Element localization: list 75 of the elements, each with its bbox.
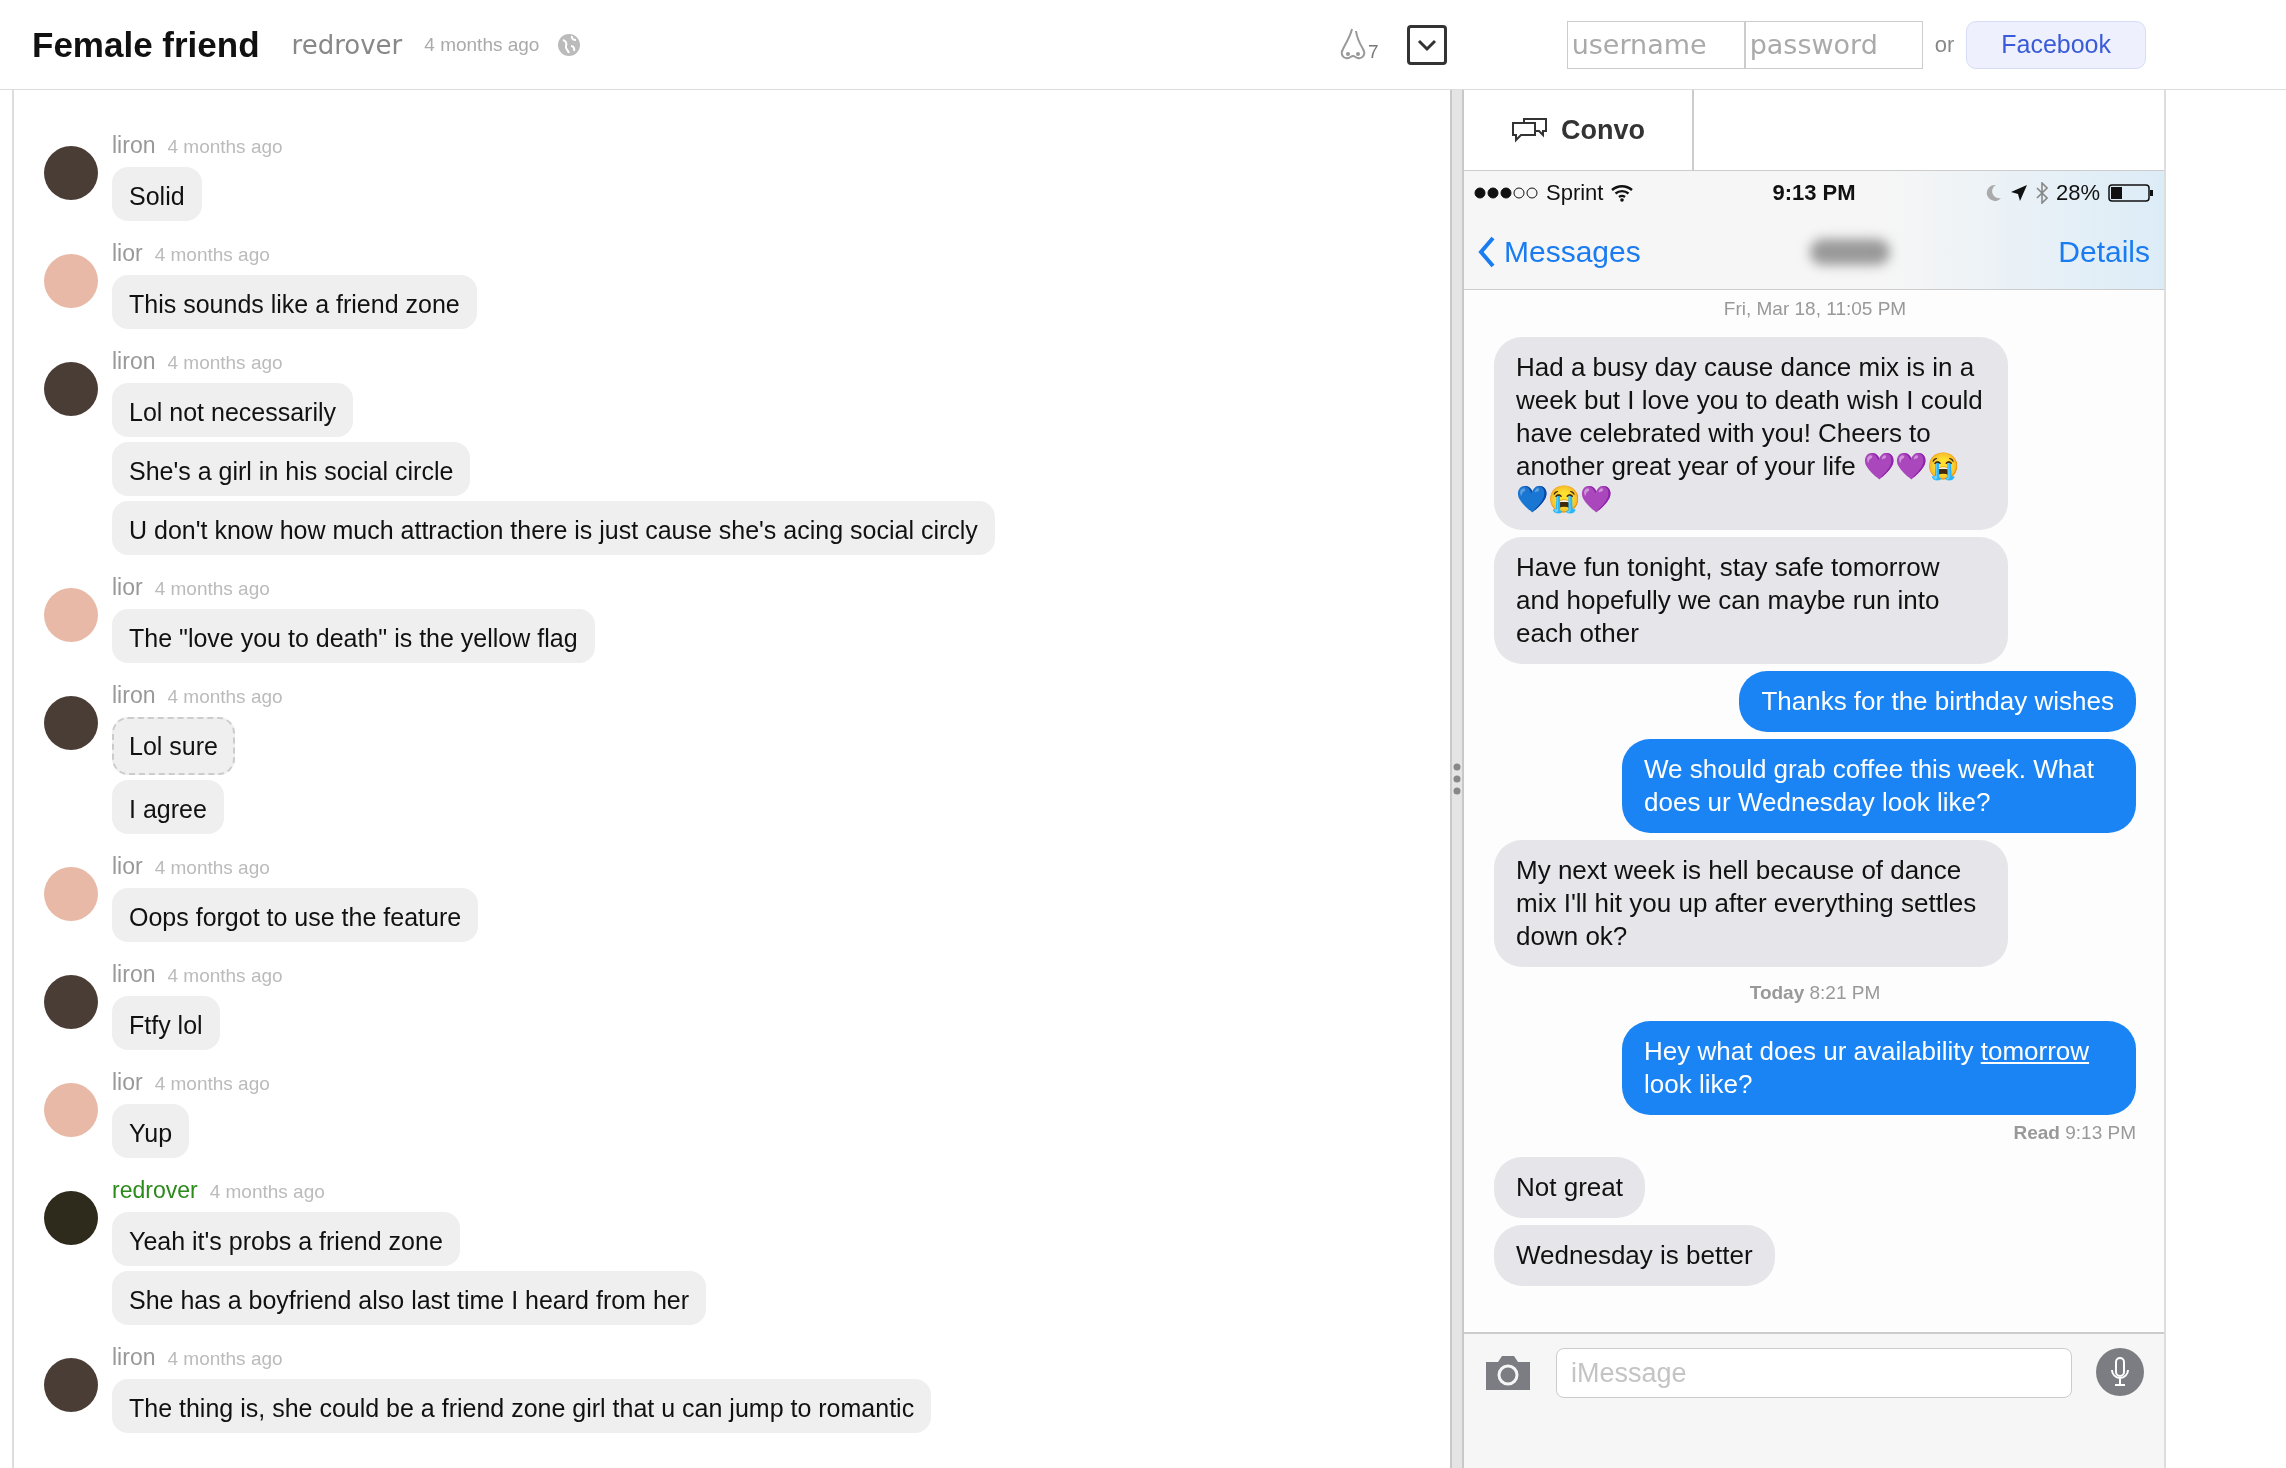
signal-icon	[1474, 187, 1538, 199]
timestamp: 4 months ago	[167, 352, 283, 374]
battery-icon	[2108, 183, 2154, 203]
message-bubble: We should grab coffee this week. What does ur Wednesday look like?	[1622, 739, 2136, 833]
microphone-icon	[2110, 1356, 2130, 1388]
message-bubble: She has a boyfriend also last time I heard from her	[112, 1271, 706, 1325]
link[interactable]: tomorrow	[1980, 1036, 2090, 1066]
timestamp: 4 months ago	[167, 686, 283, 708]
timestamp: 4 months ago	[154, 1073, 270, 1095]
message-input[interactable]: iMessage	[1556, 1348, 2072, 1398]
message-bubble: U don't know how much attraction there is just cause she's acing social circly	[112, 501, 995, 555]
carrier-label: Sprint	[1546, 180, 1604, 206]
author-name[interactable]: redrover	[291, 29, 403, 60]
message-bubble: Hey what does ur availability tomorrow look like?	[1622, 1021, 2136, 1115]
message-bubble: Thanks for the birthday wishes	[1739, 671, 2136, 732]
message-bubble: Yup	[112, 1104, 190, 1158]
author-name[interactable]: liron	[112, 348, 156, 375]
microphone-button[interactable]	[2096, 1348, 2144, 1396]
chevron-down-icon	[1416, 37, 1437, 52]
message-bubble: Ftfy lol	[112, 996, 220, 1050]
message-bubble: Had a busy day cause dance mix is in a week but I love you to death wish I could have celebrated with you! Cheers to another great year of your life 💜💜😭💙😭💜	[1494, 337, 2008, 530]
moon-icon	[1985, 184, 2002, 202]
message-bubble: Lol sure	[112, 717, 235, 775]
message-bubble: I agree	[112, 780, 224, 834]
back-button[interactable]: Messages	[1478, 235, 1641, 269]
message-bubble: Lol not necessarily	[112, 383, 354, 437]
timestamp: 4 months ago	[424, 33, 540, 56]
message-bubble: This sounds like a friend zone	[112, 275, 477, 329]
page-title: Female friend	[32, 24, 260, 65]
read-receipt-label: Read 9:13 PM	[2013, 1122, 2136, 1144]
wifi-icon	[1611, 184, 1634, 202]
timestamp: 4 months ago	[167, 965, 283, 987]
details-button[interactable]: Details	[2058, 235, 2150, 269]
globe-icon	[557, 32, 582, 57]
message-bubble: Wednesday is better	[1494, 1225, 1775, 1286]
date-label: Fri, Mar 18, 11:05 PM	[1723, 298, 1907, 320]
dropdown-button[interactable]	[1406, 24, 1447, 65]
resize-handle[interactable]	[1450, 90, 1464, 1468]
bluetooth-icon	[2035, 182, 2048, 204]
message-bubble: My next week is hell because of dance mix I'll hit you up after everything settles down ok?	[1494, 840, 2008, 967]
timestamp: 4 months ago	[154, 244, 270, 266]
battery-percent: 28%	[2055, 180, 2100, 206]
location-arrow-icon	[2009, 184, 2028, 202]
author-name[interactable]: liron	[112, 1344, 156, 1371]
message-bubble: Solid	[112, 167, 202, 221]
camera-icon[interactable]	[1484, 1354, 1532, 1392]
author-name[interactable]: liron	[112, 682, 156, 709]
password-field[interactable]: password	[1744, 20, 1923, 69]
author-name[interactable]: liron	[112, 961, 156, 988]
author-name[interactable]: lior	[112, 853, 143, 880]
timestamp: 4 months ago	[154, 857, 270, 879]
message-bubble: The "love you to death" is the yellow flag	[112, 609, 595, 663]
facebook-login-button[interactable]: Facebook	[1966, 20, 2146, 69]
chevron-left-icon	[1478, 236, 1496, 268]
timestamp: 4 months ago	[154, 578, 270, 600]
message-bubble: Not great	[1494, 1157, 1645, 1218]
author-name[interactable]: liron	[112, 132, 156, 159]
chat-bubbles-icon	[1511, 117, 1549, 143]
author-name[interactable]: redrover	[112, 1177, 198, 1204]
author-name[interactable]: lior	[112, 1069, 143, 1096]
or-label: or	[1934, 31, 1955, 58]
timestamp: 4 months ago	[167, 136, 283, 158]
message-bubble: Yeah it's probs a friend zone	[112, 1212, 460, 1266]
message-bubble: Oops forgot to use the feature	[112, 888, 479, 942]
message-bubble: The thing is, she could be a friend zone girl that u can jump to romantic	[112, 1379, 932, 1433]
message-bubble: She's a girl in his social circle	[112, 442, 471, 496]
date-label: Today 8:21 PM	[1749, 982, 1881, 1004]
timestamp: 4 months ago	[209, 1181, 325, 1203]
reaction-button[interactable]: 7	[1338, 26, 1379, 63]
author-name[interactable]: lior	[112, 240, 143, 267]
author-name[interactable]: lior	[112, 574, 143, 601]
timestamp: 4 months ago	[167, 1348, 283, 1370]
clock: 9:13 PM	[1772, 180, 1856, 206]
message-bubble: Have fun tonight, stay safe tomorrow and hopefully we can maybe run into each other	[1494, 537, 2008, 664]
username-field[interactable]: username	[1566, 20, 1745, 69]
